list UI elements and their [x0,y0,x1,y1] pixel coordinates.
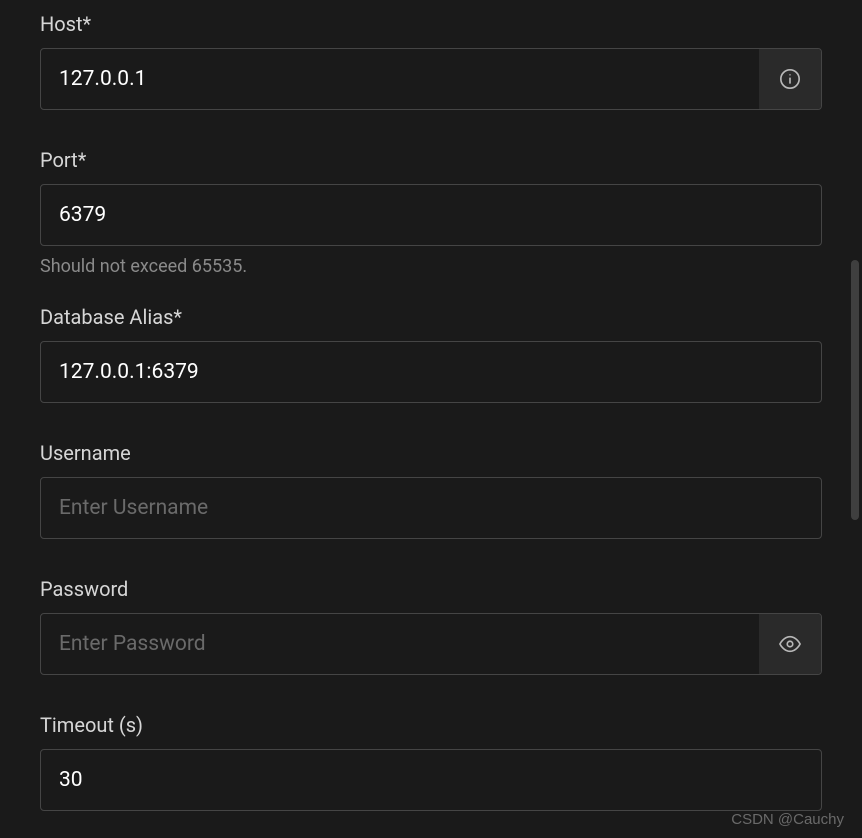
alias-field-group: Database Alias* [40,305,822,403]
host-input-wrapper [40,48,822,110]
timeout-input[interactable] [41,750,821,810]
host-info-button[interactable] [759,49,821,109]
host-label: Host* [40,12,822,36]
password-input[interactable] [41,614,759,674]
port-hint: Should not exceed 65535. [40,256,822,277]
alias-input-wrapper [40,341,822,403]
port-input[interactable] [41,185,821,245]
password-label: Password [40,577,822,601]
alias-input[interactable] [41,342,821,402]
eye-icon [779,633,801,655]
watermark: CSDN @Cauchy [731,811,844,828]
scrollbar[interactable] [848,260,862,560]
password-field-group: Password [40,577,822,675]
connection-form: Host* Port* Should not exceed 65535. Dat… [0,0,862,811]
timeout-input-wrapper [40,749,822,811]
timeout-field-group: Timeout (s) [40,713,822,811]
password-visibility-toggle[interactable] [759,614,821,674]
port-field-group: Port* Should not exceed 65535. [40,148,822,277]
host-field-group: Host* [40,12,822,110]
alias-label: Database Alias* [40,305,822,329]
info-icon [779,68,801,90]
timeout-label: Timeout (s) [40,713,822,737]
scrollbar-thumb[interactable] [851,260,859,520]
host-input[interactable] [41,49,759,109]
port-input-wrapper [40,184,822,246]
port-label: Port* [40,148,822,172]
username-label: Username [40,441,822,465]
password-input-wrapper [40,613,822,675]
username-input-wrapper [40,477,822,539]
username-field-group: Username [40,441,822,539]
username-input[interactable] [41,478,821,538]
